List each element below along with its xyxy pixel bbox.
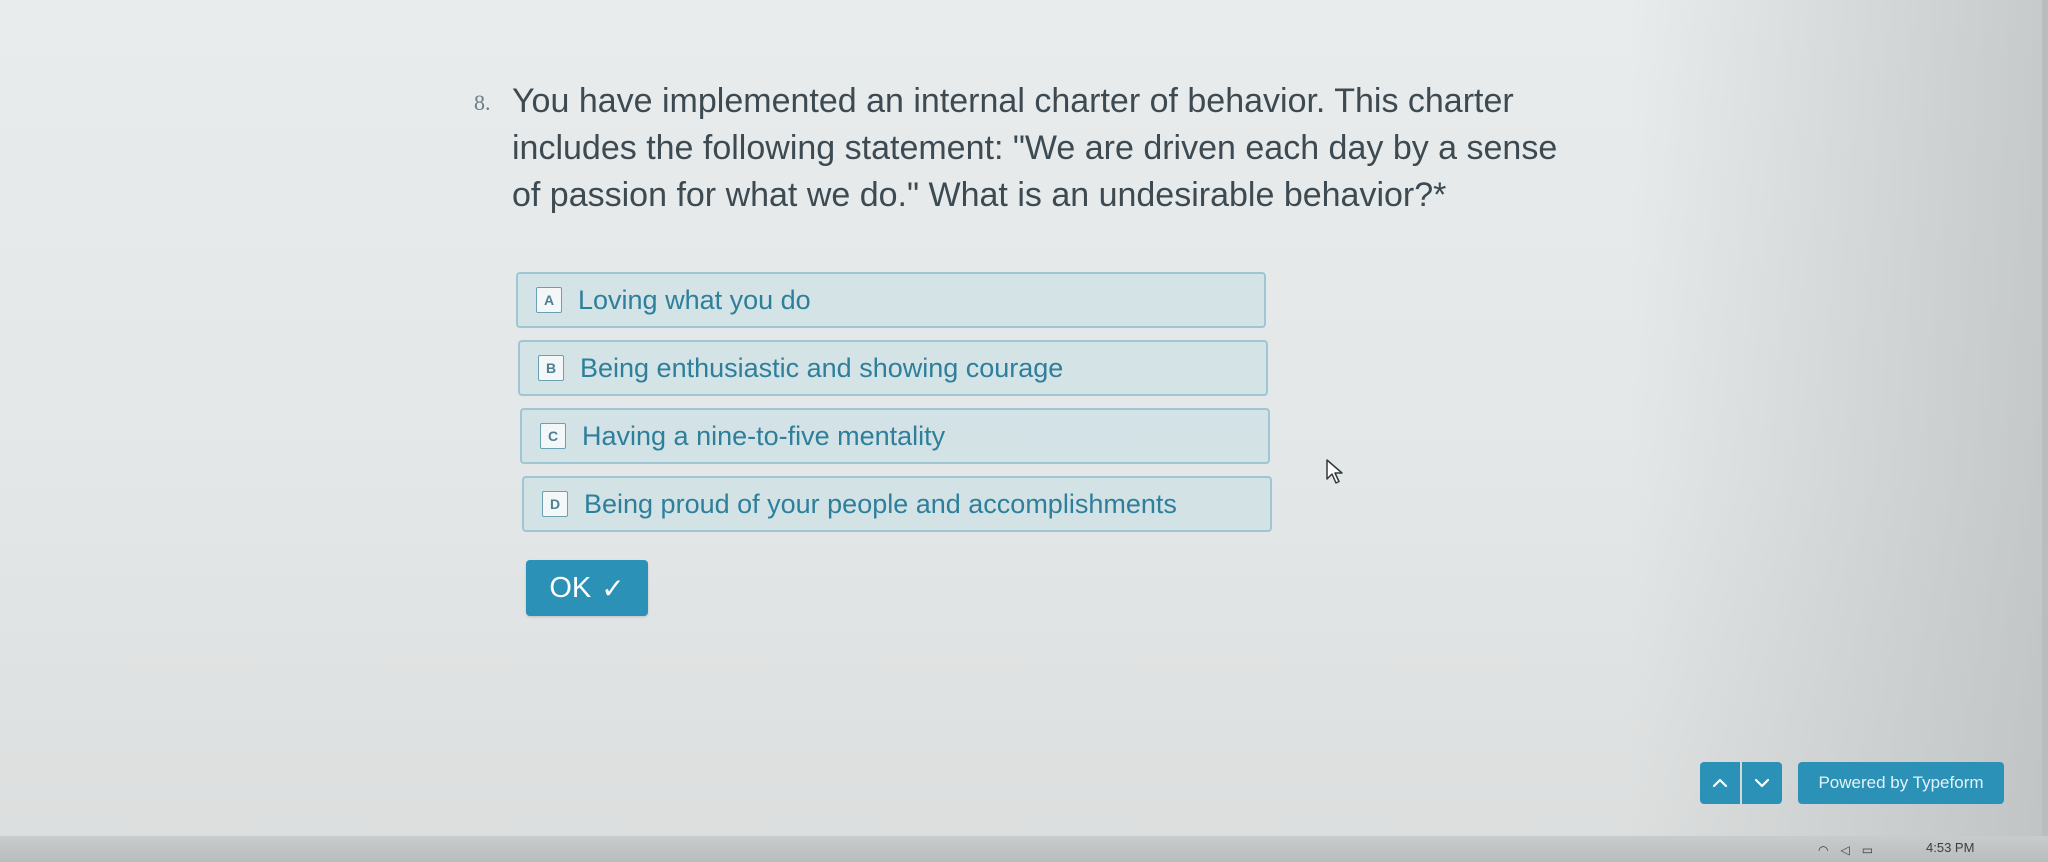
choice-label-b: Being enthusiastic and showing courage <box>580 352 1064 383</box>
os-taskbar <box>0 836 2048 862</box>
question-number: 8. <box>474 90 491 115</box>
powered-by-typeform-link[interactable]: Powered by Typeform <box>1798 762 2004 804</box>
chevron-up-icon <box>1712 778 1728 788</box>
choice-d[interactable]: D Being proud of your people and accompl… <box>522 476 1272 532</box>
battery-icon[interactable]: ▭ <box>1862 843 1873 857</box>
taskbar-clock[interactable]: 4:53 PM <box>1926 840 1974 855</box>
choice-label-c: Having a nine-to-five mentality <box>582 420 946 451</box>
choice-c[interactable]: C Having a nine-to-five mentality <box>520 408 1270 464</box>
chevron-down-icon <box>1754 778 1770 788</box>
ok-button-label: OK <box>549 571 592 604</box>
choice-label-a: Loving what you do <box>578 284 811 315</box>
question-text: You have implemented an internal charter… <box>512 82 1558 214</box>
choice-key-c: C <box>540 423 566 449</box>
volume-icon[interactable]: ◁ <box>1840 843 1849 857</box>
checkmark-icon: ✓ <box>601 572 625 604</box>
system-tray: ◠ ◁ ▭ <box>1818 843 1873 857</box>
typeform-page: 8. You have implemented an internal char… <box>0 0 2048 862</box>
choice-key-b: B <box>538 355 564 381</box>
choice-b[interactable]: B Being enthusiastic and showing courage <box>518 340 1268 396</box>
previous-question-button[interactable] <box>1700 762 1740 804</box>
background-shade <box>1628 0 2048 862</box>
ok-button[interactable]: OK ✓ <box>526 560 648 616</box>
choice-label-d: Being proud of your people and accomplis… <box>584 488 1177 519</box>
choice-key-d: D <box>542 491 568 517</box>
next-question-button[interactable] <box>1742 762 1782 804</box>
wifi-icon[interactable]: ◠ <box>1818 843 1828 857</box>
question-navigation <box>1700 762 1782 804</box>
screen-edge <box>2042 0 2048 862</box>
choice-a[interactable]: A Loving what you do <box>516 272 1266 328</box>
mouse-cursor-icon <box>1326 459 1343 484</box>
choice-key-a: A <box>536 287 562 313</box>
